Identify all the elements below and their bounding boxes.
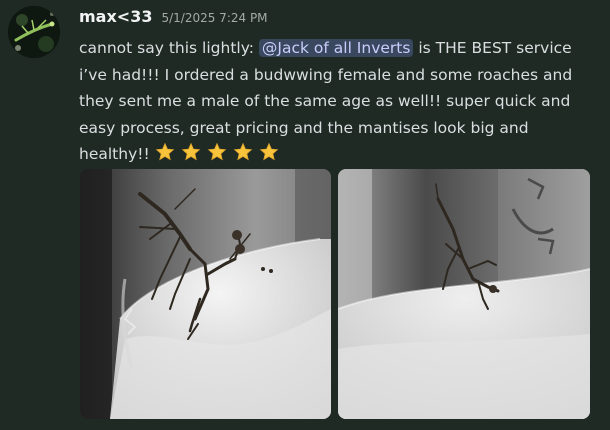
message-text-after: is THE BEST service i’ve had!!! I ordere…	[79, 39, 573, 163]
mantis-photo-1	[80, 169, 331, 419]
chat-message: max<33 5/1/2025 7:24 PM cannot say this …	[0, 0, 610, 430]
star-emoji-icon	[259, 142, 279, 162]
message-header: max<33 5/1/2025 7:24 PM	[79, 7, 268, 29]
mantis-photo-2	[338, 169, 590, 419]
star-emoji-group	[155, 142, 279, 162]
message-text-before: cannot say this lightly:	[79, 39, 259, 57]
star-emoji-icon	[233, 142, 253, 162]
user-mention[interactable]: @Jack of all Inverts	[258, 39, 414, 57]
image-attachment-2[interactable]	[338, 169, 590, 419]
star-emoji-icon	[181, 142, 201, 162]
image-attachment-1[interactable]	[80, 169, 331, 419]
username[interactable]: max<33	[79, 7, 152, 26]
message-content: cannot say this lightly: @Jack of all In…	[79, 35, 601, 168]
star-emoji-icon	[155, 142, 175, 162]
star-emoji-icon	[207, 142, 227, 162]
avatar[interactable]	[8, 6, 60, 58]
avatar-image	[8, 6, 60, 58]
timestamp: 5/1/2025 7:24 PM	[161, 11, 268, 25]
